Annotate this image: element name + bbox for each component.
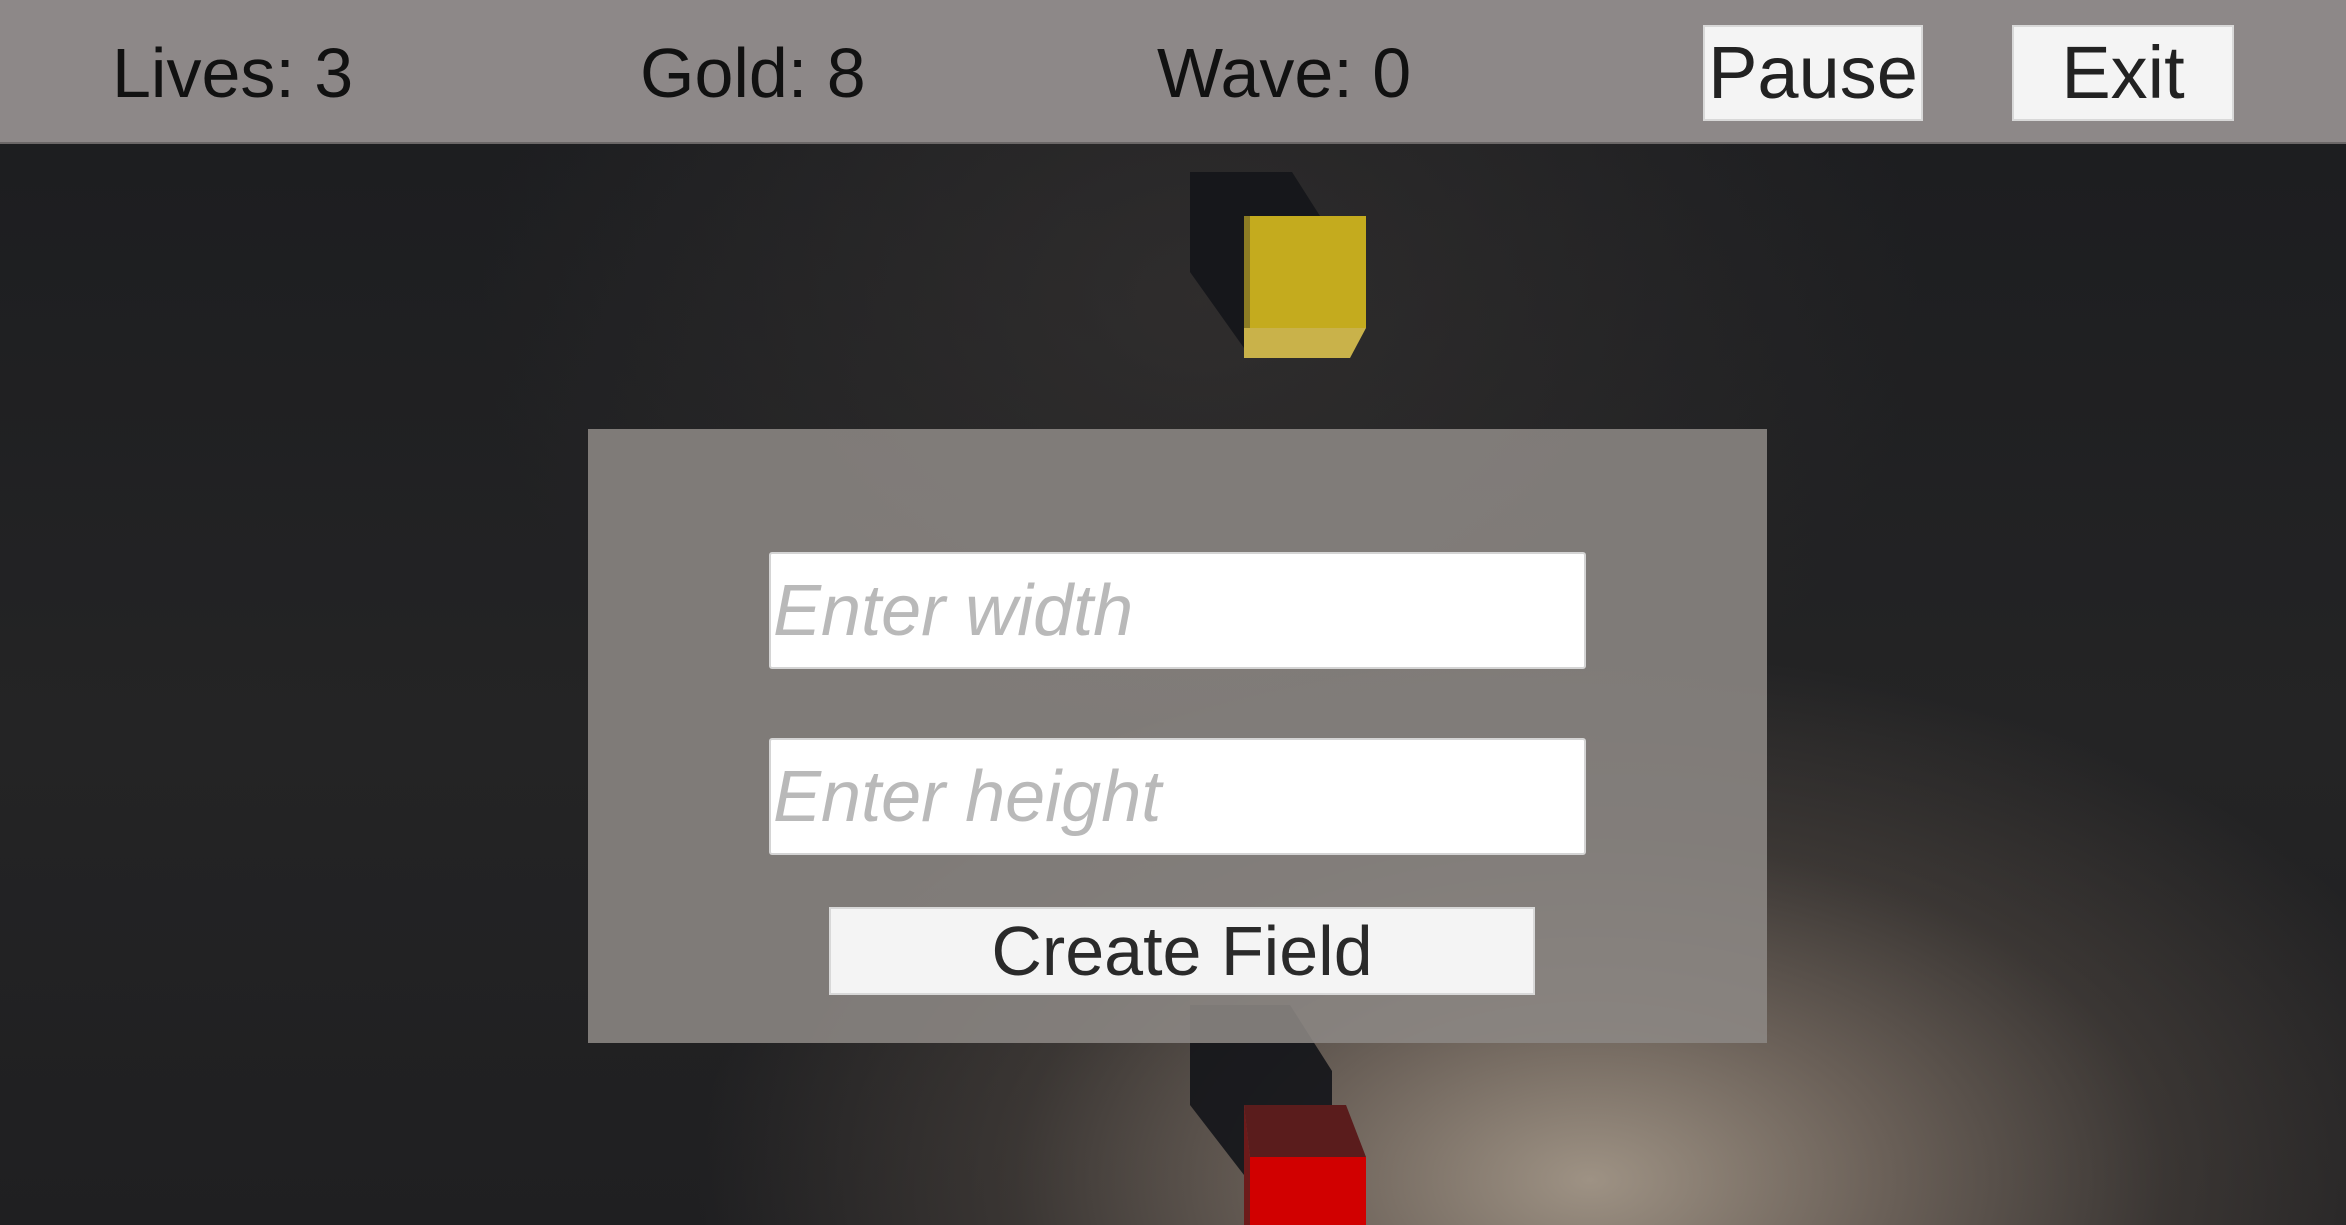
width-input[interactable] <box>769 552 1586 669</box>
exit-button[interactable]: Exit <box>2012 25 2234 121</box>
gold-counter: Gold: 8 <box>640 34 866 112</box>
hud-bar: Lives: 3 Gold: 8 Wave: 0 Pause Exit <box>0 0 2346 144</box>
pause-button[interactable]: Pause <box>1703 25 1923 121</box>
yellow-cube-bottom <box>1244 328 1366 358</box>
red-cube-front <box>1250 1157 1366 1225</box>
wave-counter: Wave: 0 <box>1157 34 1412 112</box>
lives-counter: Lives: 3 <box>112 34 354 112</box>
yellow-cube <box>1190 172 1366 358</box>
height-input[interactable] <box>769 738 1586 855</box>
red-cube-top <box>1244 1105 1366 1157</box>
yellow-cube-front <box>1250 216 1366 328</box>
create-field-button[interactable]: Create Field <box>829 907 1535 995</box>
